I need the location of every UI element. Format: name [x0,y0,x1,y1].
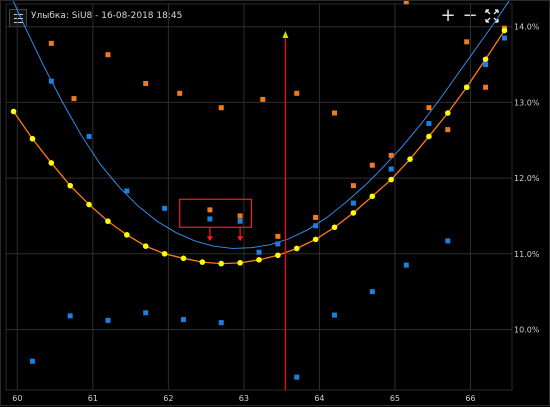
bid-point [105,317,111,323]
ask-point [350,183,356,189]
smile-point [86,201,92,208]
bid-point [124,188,130,194]
smile-point [199,259,206,265]
x-tick-label: 63 [239,394,249,403]
y-tick-label: 12.0% [514,174,540,183]
ask-point [207,207,213,213]
bid-point [388,166,394,172]
x-tick-label: 60 [12,394,22,403]
smile-point [124,232,130,238]
ask-point [332,110,338,116]
ask-point [483,84,489,90]
y-tick-label: 13.0% [514,98,540,107]
ask-point [177,90,183,96]
chart-annotations [179,31,289,390]
chart-curves [12,1,510,265]
smile-point [218,260,225,267]
smile-point [463,84,470,91]
ask-point [313,214,319,220]
bid-point [445,238,451,244]
annotation-arrow-head [237,236,244,242]
ask-point [237,213,243,219]
y-tick-label: 10.0% [514,325,540,334]
smile-point [48,160,55,166]
chart-axes: 60 61 62 63 64 65 66 10.0% 11.0% 12.0% 13.0% 14.0% [12,23,540,403]
model-curve-line [12,1,510,249]
bid-point [207,216,213,222]
bid-point [426,121,432,127]
bid-point [86,133,92,139]
ask-point [369,162,375,168]
smile-point [293,245,300,252]
annotation-arrow-head [206,236,213,242]
smile-point [445,110,451,116]
ask-point [445,127,451,133]
bid-point [275,241,281,247]
ask-point [388,152,394,158]
smile-point [275,252,281,259]
smile-point [312,236,319,243]
chart-window: Улыбка: SiU8 - 16-08-2018 18:45 + − 6061… [0,0,550,406]
smile-curve-line [13,30,505,265]
smile-point [331,224,338,231]
bid-point [48,78,54,84]
bid-point [29,358,35,364]
smile-point [237,260,243,266]
smile-point [482,56,489,63]
bid-point [256,249,262,255]
ask-point [71,96,77,102]
y-tick-label: 14.0% [514,23,540,32]
bid-point [67,313,73,319]
smile-chart: 60 61 62 63 64 65 66 10.0% 11.0% 12.0% 13.0% 14.0% [5,1,540,403]
x-tick-label: 64 [314,394,324,403]
smile-point [350,210,357,216]
ask-point [294,90,300,96]
ask-point [426,105,432,111]
bid-point [350,200,356,206]
x-tick-label: 66 [465,394,475,403]
bid-point [403,262,409,268]
bid-point [218,320,224,326]
bid-point [180,317,186,323]
smile-point [256,257,262,263]
price-marker-arrow [282,31,289,38]
bid-point [332,312,338,318]
smile-point [29,135,36,142]
smile-point [407,156,413,162]
bid-point [162,205,168,211]
smile-point [142,243,149,249]
x-tick-label: 61 [88,394,98,403]
smile-point [426,133,432,140]
y-tick-label: 11.0% [514,250,540,259]
bid-point [294,374,300,380]
bid-point [143,310,149,316]
ask-point [403,1,409,5]
ask-point [143,80,149,86]
bid-point [501,35,507,41]
x-tick-label: 62 [163,394,173,403]
smile-point [388,176,394,183]
chart-points [10,1,508,380]
bid-point [369,289,375,295]
smile-point [105,218,111,225]
smile-point [369,193,376,200]
ask-point [260,96,266,102]
smile-point [501,27,508,34]
ask-point [218,105,224,111]
smile-point [180,255,187,262]
bid-point [313,223,319,229]
ask-point [48,40,54,46]
smile-point [161,250,168,257]
x-tick-label: 65 [390,394,400,403]
bid-point [237,218,243,224]
bid-point [483,62,489,68]
smile-point [67,182,73,189]
ask-point [105,52,111,58]
smile-point [10,108,17,115]
ask-point [275,233,281,239]
ask-point [464,39,470,45]
